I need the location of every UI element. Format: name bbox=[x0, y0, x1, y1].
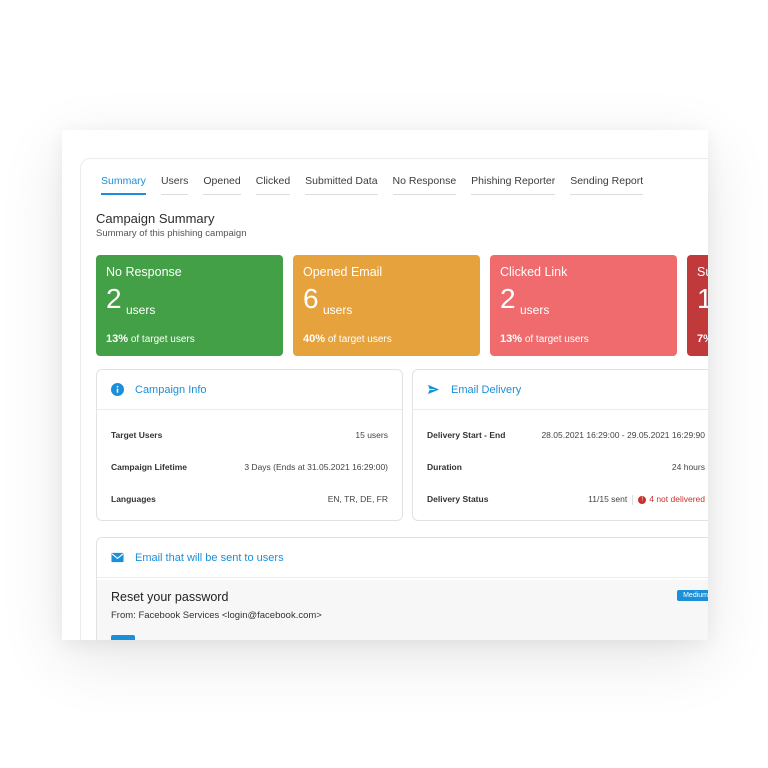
difficulty-badge: Medium bbox=[677, 590, 708, 601]
card-title: Clicked Link bbox=[500, 265, 568, 279]
error-icon: ! bbox=[638, 495, 647, 504]
send-icon bbox=[427, 384, 440, 395]
row-value: 24 hours bbox=[671, 462, 705, 472]
card-percent: 40% of target users bbox=[303, 333, 392, 345]
card-percent: 7% bbox=[697, 333, 708, 345]
not-delivered-text[interactable]: 4 not delivered bbox=[649, 494, 705, 504]
row-label: Campaign Lifetime bbox=[111, 462, 188, 472]
stat-card-no-response[interactable]: No Response 2 users 13% of target users bbox=[96, 255, 283, 356]
row-value: 28.05.2021 16:29:00 - 29.05.2021 16:29:9… bbox=[541, 430, 705, 440]
card-percent: 13% of target users bbox=[106, 333, 195, 345]
tab-clicked[interactable]: Clicked bbox=[255, 175, 291, 195]
email-delivery-title: Email Delivery bbox=[451, 384, 522, 396]
tab-users[interactable]: Users bbox=[160, 175, 189, 195]
email-subject: Reset your password bbox=[111, 590, 229, 604]
divider bbox=[632, 494, 634, 505]
sent-count: 11/15 sent bbox=[588, 494, 628, 504]
page-subtitle: Summary of this phishing campaign bbox=[96, 228, 247, 239]
email-delivery-box: Email Delivery Delivery Start - End 28.0… bbox=[412, 369, 708, 521]
row-value: 3 Days (Ends at 31.05.2021 16:29:00) bbox=[244, 462, 388, 472]
tab-summary[interactable]: Summary bbox=[101, 175, 146, 195]
row-label: Target Users bbox=[111, 430, 163, 440]
row-value: EN, TR, DE, FR bbox=[327, 494, 388, 504]
stat-card-opened-email[interactable]: Opened Email 6 users 40% of target users bbox=[293, 255, 480, 356]
row-label: Duration bbox=[427, 462, 462, 472]
card-percent: 13% of target users bbox=[500, 333, 589, 345]
tab-sending-report[interactable]: Sending Report bbox=[570, 175, 644, 195]
stat-card-submitted[interactable]: Su 1 7% bbox=[687, 255, 708, 356]
row-label: Delivery Status bbox=[427, 494, 489, 504]
card-unit: users bbox=[323, 303, 353, 317]
info-icon bbox=[111, 383, 124, 396]
campaign-info-box: Campaign Info Target Users 15 users Camp… bbox=[96, 369, 403, 521]
tab-no-response[interactable]: No Response bbox=[392, 175, 457, 195]
tab-opened[interactable]: Opened bbox=[203, 175, 241, 195]
row-label: Delivery Start - End bbox=[427, 430, 506, 440]
tab-submitted-data[interactable]: Submitted Data bbox=[305, 175, 378, 195]
row-label: Languages bbox=[111, 494, 156, 504]
stat-card-clicked-link[interactable]: Clicked Link 2 users 13% of target users bbox=[490, 255, 677, 356]
card-number: 2 bbox=[106, 283, 122, 314]
email-delivery-header: Email Delivery bbox=[413, 370, 708, 410]
campaign-panel: Summary Users Opened Clicked Submitted D… bbox=[80, 158, 708, 640]
card-unit: users bbox=[520, 303, 550, 317]
card-unit: users bbox=[126, 303, 156, 317]
email-preview-header: Email that will be sent to users bbox=[97, 538, 708, 578]
row-value: 11/15 sent! 4 not delivered bbox=[588, 494, 705, 505]
email-body: Reset your password From: Facebook Servi… bbox=[97, 580, 708, 640]
page-title: Campaign Summary bbox=[96, 211, 215, 226]
envelope-icon bbox=[111, 552, 124, 563]
email-preview-title: Email that will be sent to users bbox=[135, 552, 284, 564]
row-value: 15 users bbox=[355, 430, 388, 440]
card-title: Opened Email bbox=[303, 265, 383, 279]
app-window: Summary Users Opened Clicked Submitted D… bbox=[62, 130, 708, 640]
email-from: From: Facebook Services <login@facebook.… bbox=[111, 610, 322, 621]
card-number: 1 bbox=[697, 283, 708, 315]
campaign-info-title: Campaign Info bbox=[135, 384, 207, 396]
card-number: 6 bbox=[303, 283, 319, 314]
campaign-info-header: Campaign Info bbox=[97, 370, 402, 410]
card-number: 2 bbox=[500, 283, 516, 314]
tab-bar: Summary Users Opened Clicked Submitted D… bbox=[101, 175, 658, 195]
card-title: No Response bbox=[106, 265, 182, 279]
card-title: Su bbox=[697, 265, 708, 279]
tab-phishing-reporter[interactable]: Phishing Reporter bbox=[471, 175, 556, 195]
email-preview-box: Email that will be sent to users Reset y… bbox=[96, 537, 708, 640]
email-logo bbox=[111, 635, 135, 640]
